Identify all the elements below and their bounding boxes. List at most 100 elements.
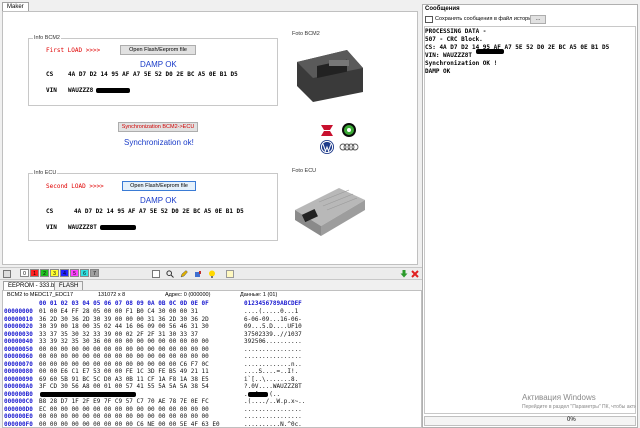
ecu-photo	[289, 176, 369, 242]
hex-offset: 000000B0	[4, 390, 33, 398]
page-icon[interactable]	[152, 270, 160, 278]
hex-row[interactable]: 00000070 00 00 00 00 00 00 00 00 00 00 00…	[4, 361, 302, 369]
hex-row[interactable]: 000000F0 00 00 00 00 00 00 00 00 00 C6 NE…	[4, 421, 302, 428]
hex-ascii[interactable]: ................	[244, 346, 302, 353]
bcm2-legend: Info BCM2	[34, 35, 60, 41]
hex-ascii[interactable]: .(..../..W.p.x~..	[244, 398, 305, 405]
paint-icon[interactable]	[194, 270, 202, 278]
progress-percent: 0%	[567, 417, 576, 423]
color-chip-2[interactable]: 2	[40, 269, 49, 277]
hex-offset: 000000C0	[4, 398, 33, 405]
hex-row[interactable]: 000000D0 EC 00 00 00 00 00 00 00 00 00 00…	[4, 406, 302, 414]
photo-bcm2-label: Foto BCM2	[292, 31, 320, 37]
hex-bytes[interactable]: 30 39 00 18 00 35 02 44 16 06 09 00 56 4…	[39, 323, 244, 331]
hex-bytes[interactable]: 00 00 E6 C1 E7 53 00 00 FE 1C 3D FE B5 4…	[39, 368, 244, 376]
message-line: 507 - CRC Block.	[425, 36, 483, 43]
color-chip-6[interactable]: 6	[80, 269, 89, 277]
hex-bytes[interactable]: 00 00 00 00 00 00 00 00 00 00 00 00 00 0…	[39, 413, 244, 421]
open-ecu-file-button[interactable]: Open Flash/Eeprom file	[122, 181, 196, 191]
messages-title: Сообщения	[425, 6, 460, 12]
hex-bytes[interactable]: 00 00 00 00 00 00 00 00 00 C6 NE 00 00 5…	[39, 421, 244, 428]
messages-log	[424, 26, 636, 414]
bcm2-status: DAMP OK	[140, 60, 177, 69]
hex-ascii[interactable]: i`[..\.......8.	[244, 376, 298, 383]
hex-ascii[interactable]: ?.0V....WAUZZZ8T	[244, 383, 302, 390]
audi-logo	[339, 143, 359, 153]
hex-bytes[interactable]: 36 2D 30 36 2D 30 39 00 00 00 31 36 2D 3…	[39, 316, 244, 324]
hex-row[interactable]: 000000A0 3F CD 30 56 A8 00 01 00 57 41 55…	[4, 383, 302, 391]
bcm2-cs-label: CS	[46, 71, 54, 78]
hex-bytes[interactable]: B8 28 D7 1F 2F E9 7F C9 57 C7 70 AE 78 7…	[39, 398, 244, 406]
hex-ascii[interactable]: ....(.....0...1	[244, 308, 298, 315]
color-chip-3[interactable]: 3	[50, 269, 59, 277]
hex-ascii[interactable]: 392506..........	[244, 338, 302, 345]
hex-bytes[interactable]: 00 00 00 00 00 00 00 00 00 00 00 00 00 0…	[39, 346, 244, 354]
color-chip-4[interactable]: 4	[60, 269, 69, 277]
hex-row[interactable]: 00000020 30 39 00 18 00 35 02 44 16 06 09…	[4, 323, 302, 331]
hex-offset: 00000060	[4, 353, 33, 360]
hex-ascii-redaction	[248, 392, 268, 397]
tab-maker[interactable]: Maker	[2, 2, 29, 11]
hex-ascii[interactable]: ................	[244, 413, 302, 420]
message-line: DAMP OK	[425, 68, 451, 75]
bcm2-vin-value: WAUZZZ8	[68, 87, 94, 94]
message-line: VIN: WAUZZZ8T	[425, 52, 472, 59]
color-chip-0[interactable]: 0	[20, 269, 29, 277]
hex-ascii[interactable]: 09...5.D....UF10	[244, 323, 302, 330]
hex-ascii[interactable]: 6-06-09...16-06-	[244, 316, 302, 323]
hex-row[interactable]: 000000C0 B8 28 D7 1F 2F E9 7F C9 57 C7 70…	[4, 398, 305, 406]
color-chip-5[interactable]: 5	[70, 269, 79, 277]
pen-icon[interactable]	[180, 270, 188, 278]
hex-row[interactable]: 00000040 33 39 32 35 30 36 00 00 00 00 00…	[4, 338, 302, 346]
color-chip-7[interactable]: 7	[90, 269, 99, 277]
hex-row[interactable]: 00000060 00 00 00 00 00 00 00 00 00 00 00…	[4, 353, 302, 361]
windows-watermark-title: Активация Windows	[522, 393, 596, 402]
hex-row[interactable]: 000000E0 00 00 00 00 00 00 00 00 00 00 00…	[4, 413, 302, 421]
note-icon[interactable]	[226, 270, 234, 278]
hex-row[interactable]: 00000080 00 00 E6 C1 E7 53 00 00 FE 1C 3D…	[4, 368, 298, 376]
hex-row[interactable]: 00000030 33 37 35 30 32 33 39 00 02 2F 2F…	[4, 331, 302, 339]
windows-watermark-sub: Перейдите в раздел "Параметры" ПК, чтобы…	[522, 404, 636, 410]
hex-ascii[interactable]: ....S....=..I!.	[244, 368, 298, 375]
first-load-label: First LOAD >>>>	[46, 47, 101, 54]
save-history-checkbox[interactable]	[425, 16, 433, 23]
hex-offset: 000000D0	[4, 405, 33, 413]
download-icon[interactable]	[400, 270, 408, 278]
hex-row[interactable]: 00000000 01 00 E4 FF 28 05 00 00 F1 B0 C4…	[4, 308, 298, 316]
message-line: Synchronization OK !	[425, 60, 498, 67]
hex-bytes[interactable]: 01 00 E4 FF 28 05 00 00 F1 B0 C4 30 00 0…	[39, 308, 244, 316]
hex-bytes[interactable]: 00 00 00 00 00 00 00 00 00 00 00 00 00 C…	[39, 361, 244, 369]
hex-description: BCM2 to MEDC17_EDC17	[7, 292, 74, 298]
hex-offset: 00000020	[4, 323, 33, 330]
hex-bytes[interactable]: 69 60 5B 91 BC 5C D0 A3 0B 11 CF 1A F8 1…	[39, 376, 244, 384]
hex-ascii[interactable]: ................	[244, 353, 302, 360]
hex-ascii[interactable]: 37502339..//1037	[244, 331, 302, 338]
hex-bytes[interactable]: EC 00 00 00 00 00 00 00 00 00 00 00 00 0…	[39, 406, 244, 414]
sync-bcm2-ecu-button[interactable]: Synchronization BCM2->ECU	[118, 122, 198, 132]
bcm2-vin-label: VIN	[46, 87, 57, 94]
tab-flash[interactable]: FLASH	[54, 281, 84, 290]
hex-ascii[interactable]: ..........N.^0c.	[244, 421, 302, 428]
hex-redaction	[40, 392, 136, 397]
ecu-vin-redaction	[100, 225, 136, 230]
grid-icon[interactable]	[3, 270, 11, 278]
message-line: PROCESSING DATA -	[425, 28, 487, 35]
vw-logo	[319, 139, 335, 155]
hex-row[interactable]: 00000010 36 2D 30 36 2D 30 39 00 00 00 31…	[4, 316, 302, 324]
open-bcm2-file-button[interactable]: Open Flash/Eeprom file	[120, 45, 196, 55]
close-icon[interactable]	[411, 270, 419, 278]
hex-bytes[interactable]: 33 39 32 35 30 36 00 00 00 00 00 00 00 0…	[39, 338, 244, 346]
hex-ascii[interactable]: ................	[244, 406, 302, 413]
hex-offset: 00000030	[4, 330, 33, 338]
hex-header-ascii: 0123456789ABCDEF	[244, 300, 302, 307]
bulb-icon[interactable]	[208, 270, 216, 278]
hex-bytes[interactable]: 00 00 00 00 00 00 00 00 00 00 00 00 00 0…	[39, 353, 244, 361]
hex-row[interactable]: 00000090 69 60 5B 91 BC 5C D0 A3 0B 11 CF…	[4, 376, 298, 384]
hex-ascii[interactable]: .............n..	[244, 361, 302, 368]
hex-row[interactable]: 00000050 00 00 00 00 00 00 00 00 00 00 00…	[4, 346, 302, 354]
hex-bytes[interactable]: 3F CD 30 56 A8 00 01 00 57 41 55 5A 5A 5…	[39, 383, 244, 391]
hex-bytes[interactable]: 33 37 35 30 32 33 39 00 02 2F 2F 31 30 3…	[39, 331, 244, 339]
color-chip-1[interactable]: 1	[30, 269, 39, 277]
search-icon[interactable]	[166, 270, 174, 278]
browse-button[interactable]: ...	[530, 15, 546, 24]
